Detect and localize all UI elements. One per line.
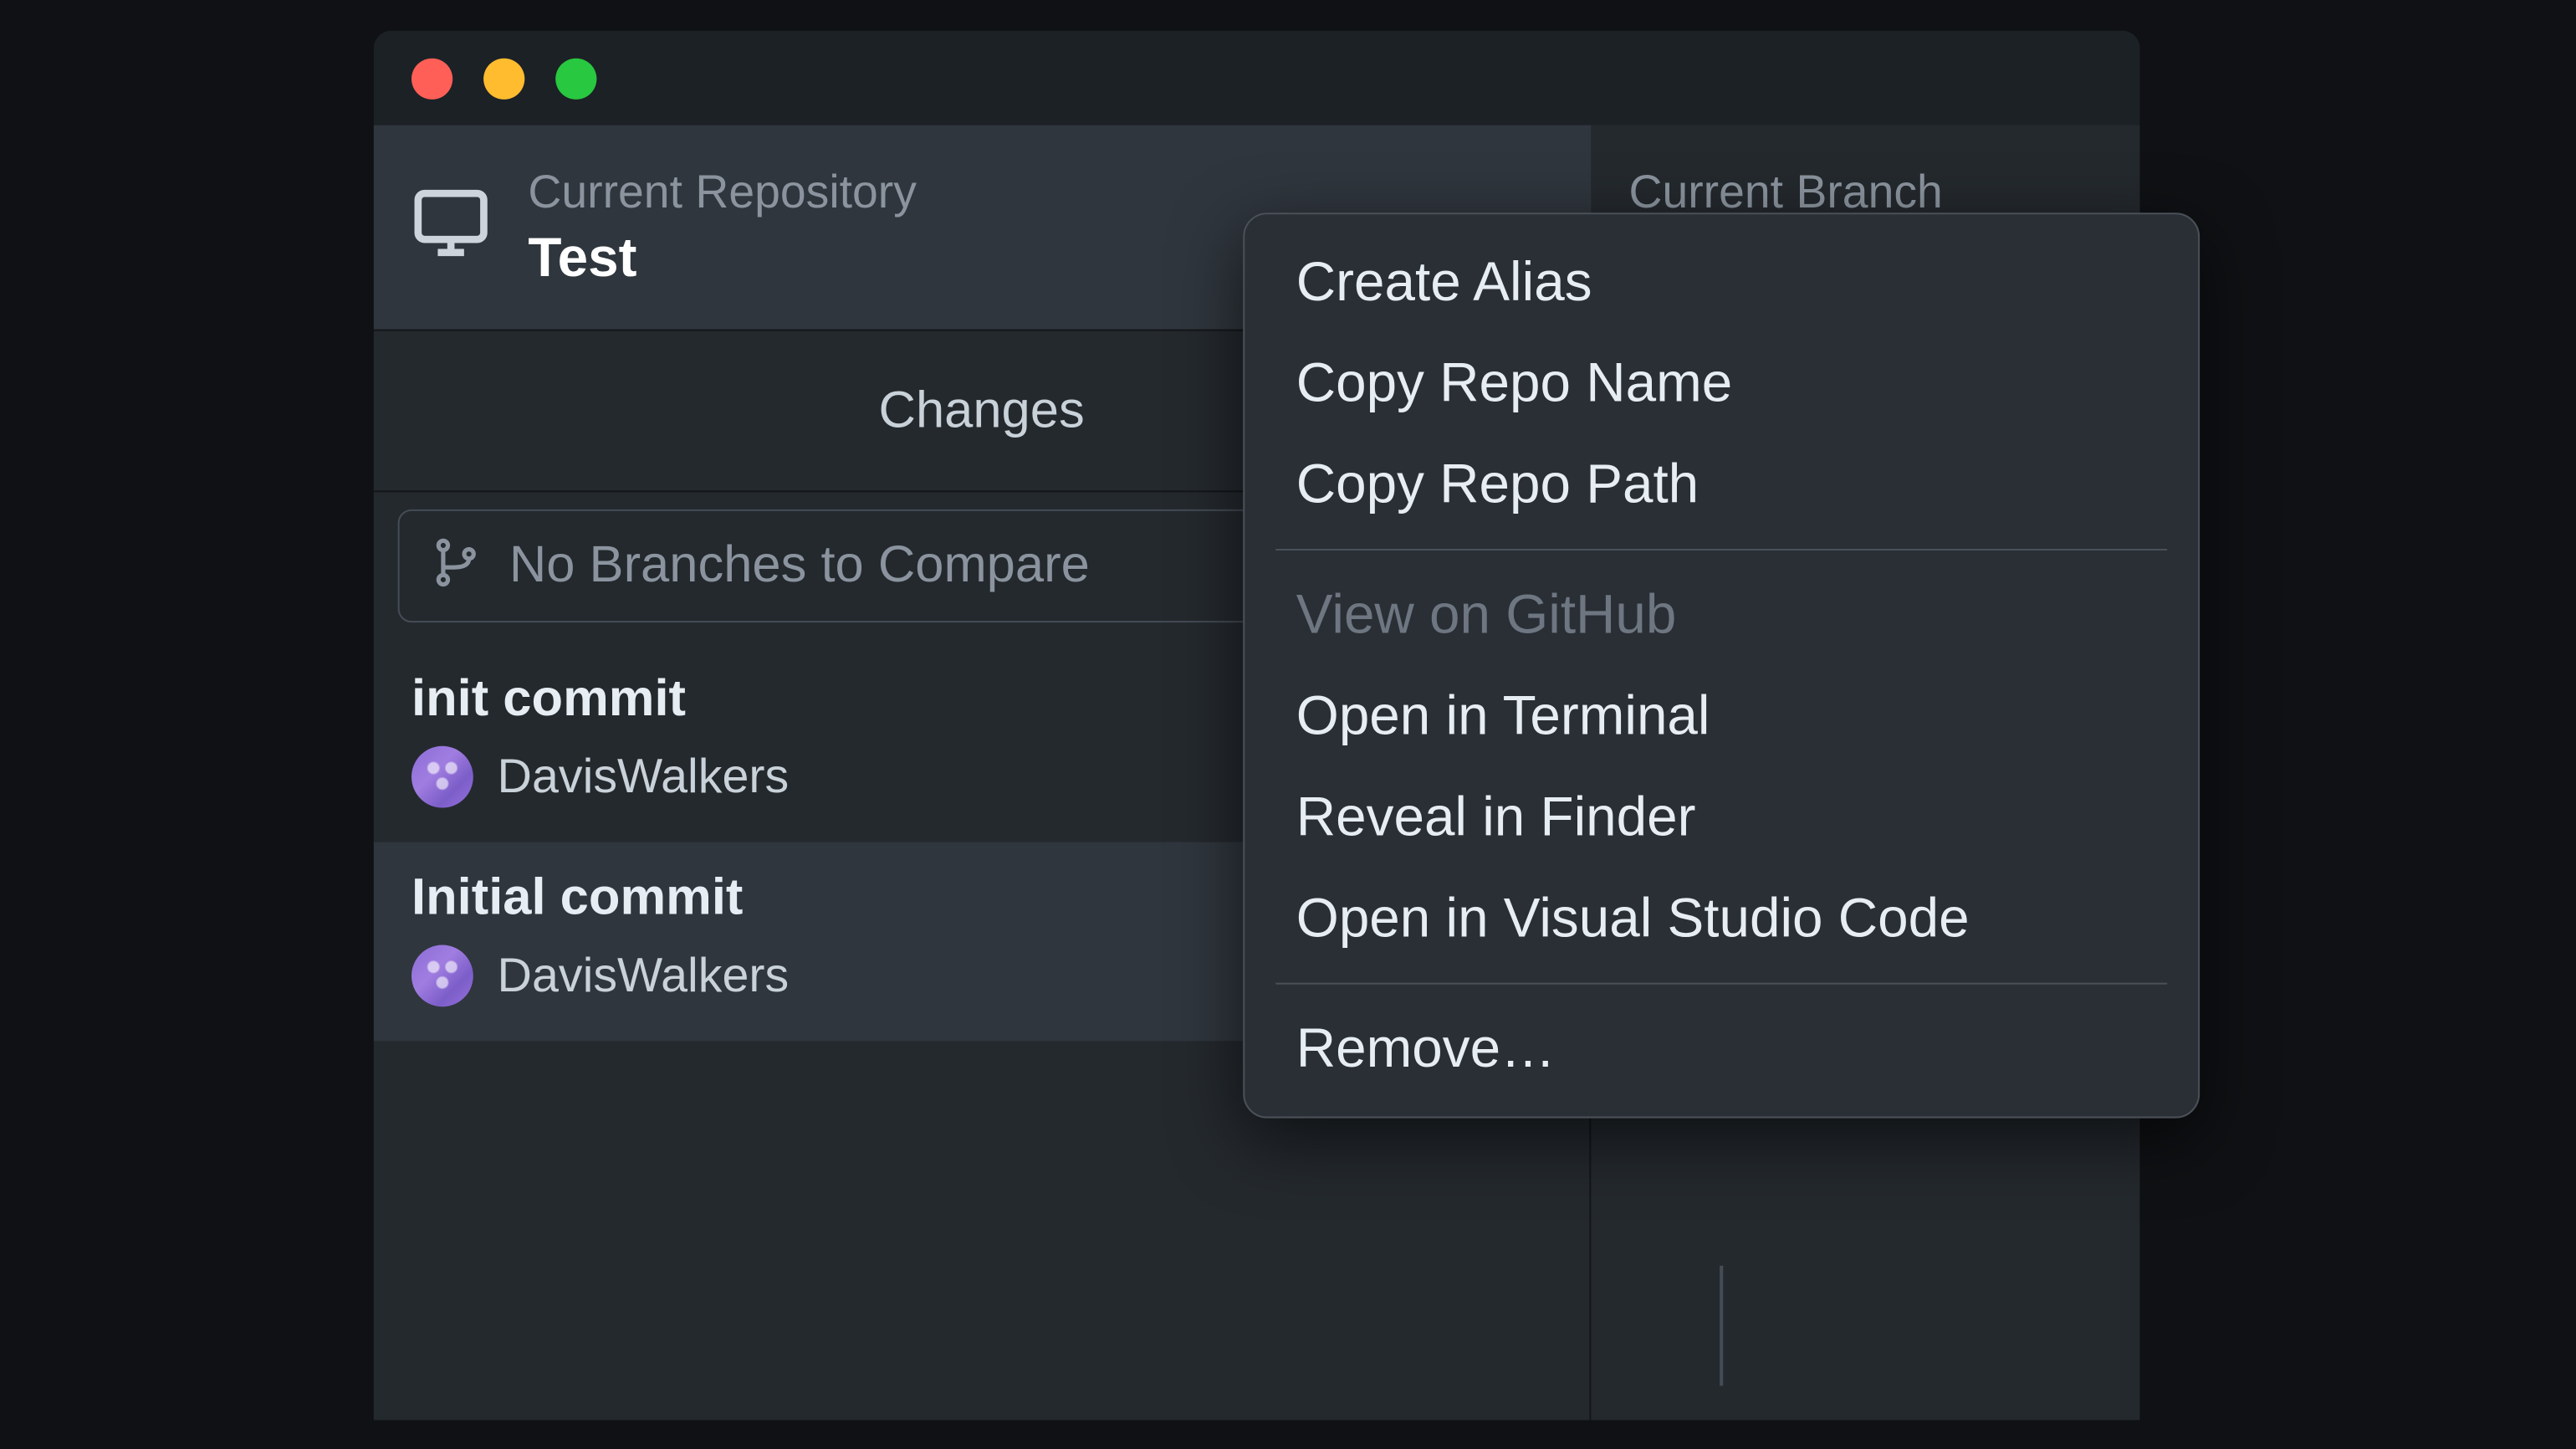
current-repository-label: Current Repository bbox=[528, 166, 917, 219]
menu-item-create-alias[interactable]: Create Alias bbox=[1245, 232, 2198, 333]
menu-item-open-in-vscode[interactable]: Open in Visual Studio Code bbox=[1245, 868, 2198, 969]
avatar bbox=[411, 746, 473, 808]
menu-item-copy-repo-path[interactable]: Copy Repo Path bbox=[1245, 434, 2198, 535]
close-window-button[interactable] bbox=[411, 58, 452, 99]
menu-item-reveal-in-finder[interactable]: Reveal in Finder bbox=[1245, 766, 2198, 868]
menu-separator bbox=[1275, 549, 2167, 550]
branch-compare-text: No Branches to Compare bbox=[509, 537, 1090, 596]
git-branch-icon bbox=[431, 536, 483, 596]
minimize-window-button[interactable] bbox=[483, 58, 524, 99]
menu-item-remove[interactable]: Remove… bbox=[1245, 998, 2198, 1099]
titlebar bbox=[374, 31, 2140, 125]
divider bbox=[1720, 1266, 1723, 1385]
app-window: Current Repository Test Current Branch m… bbox=[374, 31, 2140, 1420]
repository-context-menu: Create Alias Copy Repo Name Copy Repo Pa… bbox=[1243, 212, 2200, 1118]
tab-changes[interactable]: Changes bbox=[810, 381, 1153, 440]
current-branch-label: Current Branch bbox=[1629, 166, 1943, 219]
current-repository-value: Test bbox=[528, 226, 917, 289]
commit-author: DavisWalkers bbox=[498, 949, 790, 1004]
commit-author: DavisWalkers bbox=[498, 750, 790, 805]
menu-item-open-in-terminal[interactable]: Open in Terminal bbox=[1245, 665, 2198, 766]
menu-item-copy-repo-name[interactable]: Copy Repo Name bbox=[1245, 333, 2198, 434]
menu-separator bbox=[1275, 983, 2167, 985]
maximize-window-button[interactable] bbox=[555, 58, 596, 99]
menu-item-view-on-github: View on GitHub bbox=[1245, 564, 2198, 665]
monitor-icon bbox=[411, 183, 490, 271]
avatar bbox=[411, 945, 473, 1007]
